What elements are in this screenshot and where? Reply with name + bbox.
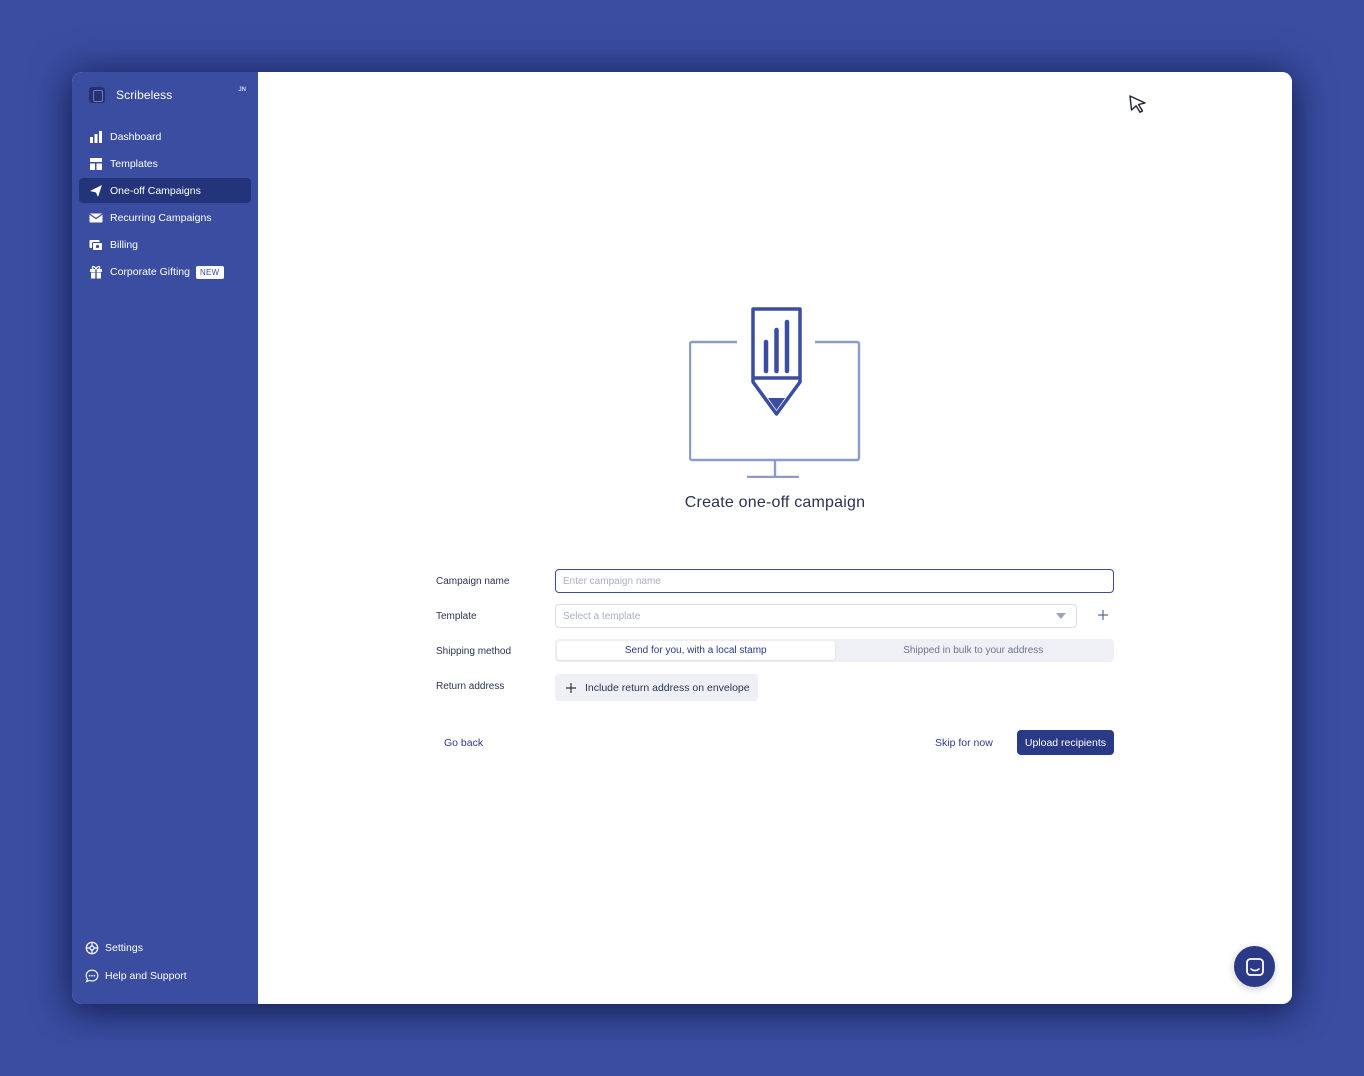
page-title: Create one-off campaign [684,494,866,511]
new-badge: NEW [195,265,224,279]
sidebar-item-label: Billing [110,239,139,252]
chevron-down-icon [1056,613,1066,619]
include-return-address-button[interactable]: Include return address on envelope [555,674,758,701]
scribeless-logo-icon [89,87,105,103]
sidebar-item-label: Dashboard [110,130,162,143]
sidebar-item-templates[interactable]: Templates [79,151,251,176]
return-address-label: Return address [436,681,505,692]
chat-icon [1245,957,1264,976]
paper-plane-icon [89,184,103,198]
sidebar-item-label: Recurring Campaigns [110,212,212,225]
sidebar-item-label: Templates [110,157,158,170]
chat-bubble-icon [85,969,99,983]
template-label: Template [436,611,477,622]
upload-recipients-button[interactable]: Upload recipients [1016,730,1114,755]
campaign-form: Campaign name Template Select a template… [436,569,1116,709]
plus-icon [566,682,576,693]
campaign-name-row: Campaign name [436,569,1116,604]
sidebar-item-label: One-off Campaigns [110,184,201,197]
mouse-cursor-icon [1129,95,1146,113]
gift-icon [89,265,103,279]
template-row: Template Select a template [436,604,1116,639]
bar-chart-icon [89,130,103,144]
sidebar: Scribeless JN Dashboard Templates One-of… [72,72,258,1004]
main-content: Create one-off campaign Campaign name Te… [258,72,1292,1004]
template-icon [89,157,103,171]
go-back-button[interactable]: Go back [444,737,483,749]
sidebar-item-help[interactable]: Help and Support [85,962,245,990]
include-return-address-label: Include return address on envelope [585,681,750,694]
app-window: Scribeless JN Dashboard Templates One-of… [72,72,1292,1004]
shipping-option-bulk[interactable]: Shipped in bulk to your address [835,641,1113,660]
sidebar-nav: Dashboard Templates One-off Campaigns Re… [79,124,251,287]
sidebar-item-label: Corporate Gifting [110,266,190,279]
envelope-icon [89,211,103,225]
return-address-row: Return address Include return address on… [436,674,1116,709]
billing-icon [89,238,103,252]
user-avatar[interactable]: JN [238,87,246,93]
campaign-name-input[interactable] [555,569,1114,593]
template-select[interactable]: Select a template [555,604,1077,628]
sidebar-item-dashboard[interactable]: Dashboard [79,124,251,149]
sidebar-item-label: Settings [105,942,143,954]
form-actions: Go back Skip for now Upload recipients [436,730,1114,756]
brand[interactable]: Scribeless JN [89,86,248,104]
app-name: Scribeless [116,88,173,102]
template-select-placeholder: Select a template [563,610,641,622]
gear-icon [85,941,99,955]
sidebar-bottom-nav: Settings Help and Support [85,934,245,990]
sidebar-item-recurring-campaigns[interactable]: Recurring Campaigns [79,206,251,231]
shipping-method-toggle: Send for you, with a local stamp Shipped… [555,639,1114,662]
sidebar-item-label: Help and Support [105,970,187,982]
sidebar-item-billing[interactable]: Billing [79,233,251,258]
shipping-method-row: Shipping method Send for you, with a loc… [436,639,1116,674]
support-chat-button[interactable] [1234,946,1275,987]
campaign-illustration-icon [689,307,861,478]
campaign-name-label: Campaign name [436,576,510,587]
add-template-icon[interactable] [1096,608,1110,622]
sidebar-item-corporate-gifting[interactable]: Corporate Gifting NEW [79,260,251,285]
sidebar-item-one-off-campaigns[interactable]: One-off Campaigns [79,178,251,204]
shipping-method-label: Shipping method [436,646,512,657]
sidebar-item-settings[interactable]: Settings [85,934,245,962]
skip-for-now-button[interactable]: Skip for now [935,737,993,749]
shipping-option-local-stamp[interactable]: Send for you, with a local stamp [557,641,835,660]
